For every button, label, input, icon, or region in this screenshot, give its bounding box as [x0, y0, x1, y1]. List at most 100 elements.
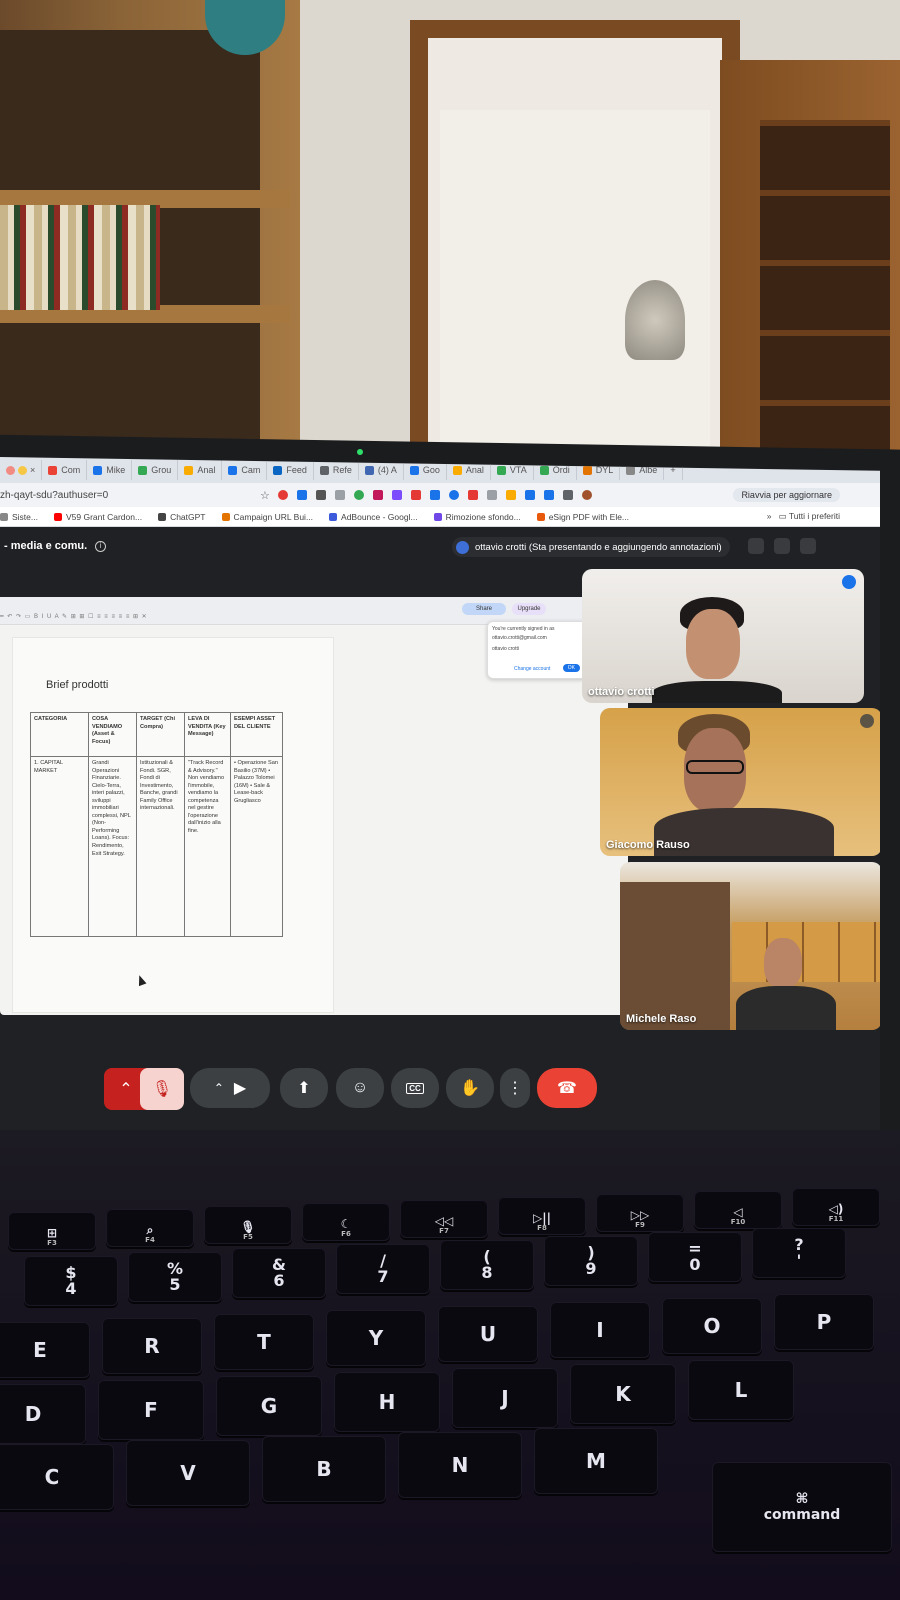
mic-toggle-button[interactable]: 🎙 — [140, 1068, 184, 1110]
leave-call-button[interactable]: ☎ — [537, 1068, 597, 1108]
number-key[interactable]: % 5 — [128, 1252, 222, 1302]
extension-icon[interactable] — [467, 490, 478, 500]
letter-key[interactable]: D — [0, 1384, 86, 1444]
bookmark-item[interactable]: Rimozione sfondo... — [433, 512, 521, 522]
bookmark-item[interactable]: Campaign URL Bui... — [221, 512, 313, 522]
profile-avatar[interactable] — [581, 490, 592, 500]
letter-key[interactable]: B — [262, 1436, 386, 1502]
bookmarks-more-icon[interactable]: » — [767, 511, 772, 521]
url-field[interactable]: zh-qayt-sdu?authuser=0 — [0, 490, 260, 501]
info-icon[interactable]: i — [95, 540, 107, 552]
share-button[interactable]: Share — [462, 603, 506, 615]
number-key[interactable]: ? ' — [752, 1228, 846, 1278]
bookmarks-overflow[interactable]: » ▭ Tutti i preferiti — [767, 511, 840, 522]
browser-tab[interactable]: Cam — [222, 460, 268, 480]
number-key[interactable]: /7 — [336, 1244, 430, 1294]
annotate-icon[interactable] — [800, 538, 816, 554]
reload-to-update-button[interactable]: Riavvia per aggiornare — [733, 488, 840, 502]
extension-icon[interactable] — [524, 490, 535, 500]
extension-icon[interactable] — [543, 490, 554, 500]
window-controls[interactable]: × — [0, 460, 43, 480]
extension-icon[interactable] — [296, 490, 307, 500]
number-key[interactable]: = 0 — [648, 1232, 742, 1282]
table-cell[interactable]: "Track Record & Advisory." Non vendiamo … — [184, 756, 231, 937]
reactions-button[interactable]: ☺ — [336, 1068, 384, 1108]
function-key[interactable]: ◁ F10 — [694, 1191, 782, 1229]
table-cell[interactable]: • Operazione San Basilio (37M) • Palazzo… — [230, 756, 283, 937]
function-key[interactable]: 🎙 F5 — [204, 1206, 292, 1244]
browser-tab[interactable]: Com — [42, 460, 88, 480]
present-button[interactable]: ⬆ — [280, 1068, 328, 1108]
letter-key[interactable]: P — [774, 1294, 874, 1350]
extension-icon[interactable] — [429, 490, 440, 500]
raise-hand-button[interactable]: ✋ — [446, 1068, 494, 1108]
extension-icon[interactable] — [353, 490, 364, 500]
letter-key[interactable]: V — [126, 1440, 250, 1506]
letter-key[interactable]: C — [0, 1444, 114, 1510]
table-cell[interactable]: 1. CAPITAL MARKET — [30, 756, 89, 937]
function-key[interactable]: ⊞ F3 — [8, 1212, 96, 1250]
letter-key[interactable]: R — [102, 1318, 202, 1374]
participant-tile[interactable]: Giacomo Rauso — [600, 708, 880, 856]
presenter-chip[interactable]: ottavio crotti (Sta presentando e aggiun… — [452, 537, 730, 557]
pen-icon[interactable] — [315, 490, 326, 500]
letter-key[interactable]: Y — [326, 1310, 426, 1366]
close-tab-icon[interactable]: × — [30, 465, 35, 475]
function-key[interactable]: ▷|| F8 — [498, 1197, 586, 1235]
extension-icon[interactable] — [410, 490, 421, 500]
letter-key[interactable]: M — [534, 1428, 658, 1494]
doc-formatting-tools[interactable]: ━ ↶ ↷ ▭ B I U A ✎ ⊞ ⊞ ☐ ≡ ≡ ≡ ≡ ≡ ⊞ ✕ — [0, 613, 148, 620]
function-key[interactable]: ◁) F11 — [792, 1188, 880, 1226]
command-key[interactable]: ⌘ command — [712, 1462, 892, 1552]
function-key[interactable]: ▷▷ F9 — [596, 1194, 684, 1232]
letter-key[interactable]: H — [334, 1372, 440, 1432]
captions-button[interactable]: CC — [391, 1068, 439, 1108]
browser-tab[interactable]: Feed — [267, 460, 314, 480]
extension-icon[interactable] — [391, 490, 402, 500]
number-key[interactable]: (8 — [440, 1240, 534, 1290]
letter-key[interactable]: L — [688, 1360, 794, 1420]
bookmark-item[interactable]: AdBounce - Googl... — [329, 512, 418, 522]
browser-tab[interactable]: Refe — [314, 460, 359, 480]
letter-key[interactable]: T — [214, 1314, 314, 1370]
download-icon[interactable] — [372, 490, 383, 500]
extension-icon[interactable] — [277, 490, 288, 500]
participants-icon[interactable] — [774, 538, 790, 554]
letter-key[interactable]: E — [0, 1322, 90, 1378]
letter-key[interactable]: F — [98, 1380, 204, 1440]
number-key[interactable]: $4 — [24, 1256, 118, 1306]
extension-icon[interactable] — [505, 490, 516, 500]
table-cell[interactable]: Grandi Operazioni Finanziarie. Cielo-Ter… — [88, 756, 137, 937]
function-key[interactable]: ◁◁ F7 — [400, 1200, 488, 1238]
participant-tile[interactable]: Michele Raso — [620, 862, 880, 1030]
bookmark-star-icon[interactable]: ☆ — [260, 489, 270, 502]
letter-key[interactable]: U — [438, 1306, 538, 1362]
bookmark-item[interactable]: eSign PDF with Ele... — [536, 512, 629, 522]
letter-key[interactable]: N — [398, 1432, 522, 1498]
function-key[interactable]: ☾ F6 — [302, 1203, 390, 1241]
letter-key[interactable]: G — [216, 1376, 322, 1436]
table-cell[interactable]: Istituzionali & Fondi. SGR, Fondi di Inv… — [136, 756, 185, 937]
change-account-link[interactable]: Change account — [514, 666, 550, 672]
function-key[interactable]: ⌕ F4 — [106, 1209, 194, 1247]
extension-icon[interactable] — [334, 490, 345, 500]
browser-tab[interactable]: Anal — [178, 460, 223, 480]
more-options-button[interactable]: ⋮ — [500, 1068, 530, 1108]
camera-toggle-button[interactable]: ⌃ ▶ — [190, 1068, 270, 1108]
close-window-icon[interactable] — [6, 465, 15, 475]
letter-key[interactable]: K — [570, 1364, 676, 1424]
minimize-icon[interactable] — [18, 465, 27, 475]
upgrade-button[interactable]: Upgrade — [512, 603, 546, 615]
layout-icon[interactable] — [748, 538, 764, 554]
bookmark-item[interactable]: Siste... — [0, 512, 38, 522]
bookmark-item[interactable]: V59 Grant Cardon... — [53, 512, 142, 522]
bookmark-item[interactable]: ChatGPT — [158, 512, 206, 522]
puzzle-icon[interactable] — [562, 490, 573, 500]
ok-button[interactable]: OK — [562, 664, 580, 672]
extension-icon[interactable] — [486, 490, 497, 500]
number-key[interactable]: & 6 — [232, 1248, 326, 1298]
all-bookmarks-link[interactable]: Tutti i preferiti — [789, 511, 840, 521]
browser-tab[interactable]: Mike — [87, 460, 133, 480]
extension-icon[interactable] — [448, 490, 459, 500]
browser-tab[interactable]: Grou — [132, 460, 179, 480]
